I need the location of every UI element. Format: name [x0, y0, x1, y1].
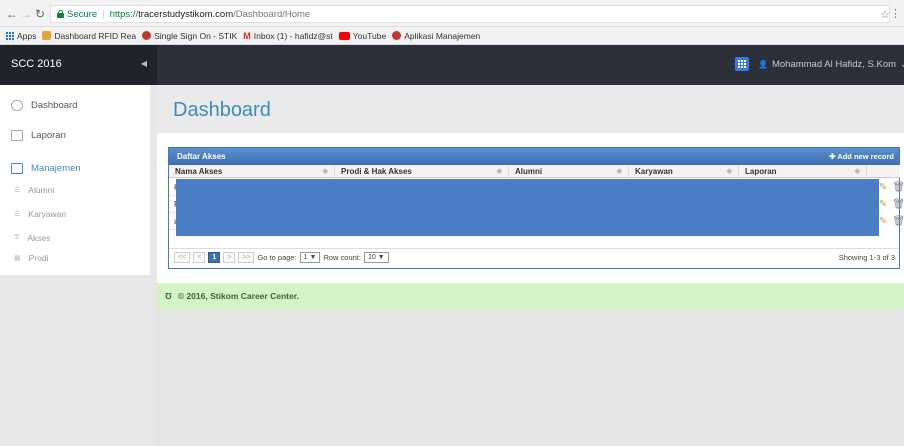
- sidebar-item-manajemen[interactable]: Manajemen: [11, 163, 81, 174]
- last-page-button[interactable]: >>: [238, 252, 255, 263]
- footer: Ʊ © 2016, Stikom Career Center.: [157, 283, 904, 309]
- apps-grid-icon: [6, 31, 14, 40]
- prev-page-button[interactable]: <: [193, 252, 206, 263]
- page-title: Dashboard: [173, 99, 271, 121]
- column-header-laporan[interactable]: Laporan ◆: [739, 165, 867, 178]
- table-icon: [11, 163, 23, 174]
- bookmark-youtube[interactable]: YouTube: [338, 31, 386, 41]
- grid-icon: ▦: [14, 255, 21, 262]
- sidebar-subitem-alumni[interactable]: ☰ Alumni: [14, 185, 54, 195]
- sort-icon: ◆: [726, 168, 732, 175]
- bookmark-favicon: [392, 31, 402, 40]
- bookmark-dashboard-rfid[interactable]: Dashboard RFID Rea: [42, 31, 136, 41]
- url-path: /Dashboard/Home: [233, 8, 311, 20]
- chevron-down-icon: ⌄: [900, 59, 904, 70]
- address-bar[interactable]: Secure | https:// tracerstudystikom.com …: [50, 5, 890, 23]
- list-icon: ☰: [14, 211, 21, 218]
- browser-toolbar: ← → ↻ Secure | https:// tracerstudystiko…: [0, 0, 904, 27]
- main-content: Dashboard Daftar Akses ✚ Add new record …: [157, 85, 904, 446]
- sidebar-menu: Dashboard Laporan Manajemen ☰ Alumni ☰ K…: [0, 85, 150, 275]
- bookmark-favicon: [142, 31, 152, 40]
- panel-title: Daftar Akses: [177, 152, 226, 161]
- edit-icon[interactable]: ✎: [879, 199, 887, 210]
- sidebar-item-laporan[interactable]: Laporan: [11, 130, 66, 141]
- sidebar-item-dashboard[interactable]: Dashboard: [11, 100, 77, 111]
- sort-icon: ◆: [854, 168, 860, 175]
- list-icon: ☰: [14, 187, 21, 194]
- bookmark-aplikasi[interactable]: Aplikasi Manajemen: [392, 31, 480, 41]
- bookmark-apps[interactable]: Apps: [6, 31, 36, 41]
- url-host: tracerstudystikom.com: [138, 8, 234, 20]
- forward-icon[interactable]: →: [20, 7, 32, 21]
- selection-highlight: [176, 179, 879, 236]
- bookmark-inbox[interactable]: M Inbox (1) - hafidz@st: [243, 31, 333, 41]
- edit-icon[interactable]: ✎: [879, 182, 887, 193]
- row-actions: ✎ 🗑: [879, 182, 904, 193]
- sort-icon: ◆: [496, 168, 502, 175]
- sidebar: Dashboard Laporan Manajemen ☰ Alumni ☰ K…: [0, 85, 157, 446]
- first-page-button[interactable]: <<: [174, 252, 191, 263]
- user-menu[interactable]: 👤 Mohammad Al Hafidz, S.Kom ⌄: [758, 59, 904, 70]
- sort-icon: ◆: [322, 168, 328, 175]
- browser-menu-icon[interactable]: ⋮: [890, 7, 901, 20]
- youtube-icon: [338, 31, 350, 40]
- edit-icon[interactable]: ✎: [879, 216, 887, 227]
- gmail-icon: M: [243, 30, 251, 41]
- url-scheme: https://: [109, 8, 139, 20]
- user-icon: 👤: [758, 60, 768, 69]
- column-header-prodi-hak-akses[interactable]: Prodi & Hak Akses ◆: [335, 165, 509, 178]
- footer-text: © 2016, Stikom Career Center.: [177, 291, 299, 301]
- add-record-button[interactable]: ✚ Add new record: [829, 152, 894, 161]
- sidebar-subitem-prodi[interactable]: ▦ Prodi: [14, 253, 48, 263]
- goto-page-select[interactable]: 1 ▼: [299, 252, 321, 263]
- user-name: Mohammad Al Hafidz, S.Kom: [771, 59, 897, 70]
- trash-icon[interactable]: 🗑: [892, 199, 904, 210]
- bookmark-sso[interactable]: Single Sign On - STIK: [142, 31, 237, 41]
- back-icon[interactable]: ←: [6, 7, 18, 21]
- showing-count: Showing 1-3 of 3: [838, 253, 895, 262]
- plus-icon: ✚: [829, 152, 836, 161]
- dashboard-icon: [11, 100, 23, 111]
- column-header-nama-akses[interactable]: Nama Akses ◆: [169, 165, 335, 178]
- access-grid-panel: Daftar Akses ✚ Add new record Nama Akses…: [168, 147, 904, 269]
- goto-label: Go to page:: [257, 253, 297, 262]
- row-actions: ✎ 🗑: [879, 216, 904, 227]
- trash-icon[interactable]: 🗑: [892, 182, 904, 193]
- row-count-select[interactable]: 10 ▼: [363, 252, 389, 263]
- sidebar-subitem-akses[interactable]: ⚿ Akses: [14, 233, 50, 243]
- page-header: Dashboard: [157, 85, 904, 133]
- bookmark-star-icon[interactable]: ☆: [880, 8, 890, 21]
- next-page-button[interactable]: >: [223, 252, 236, 263]
- row-actions: ✎ 🗑: [879, 199, 904, 210]
- column-header-actions: [867, 165, 900, 178]
- current-page-button[interactable]: 1: [208, 252, 221, 263]
- bookmarks-bar: Apps Dashboard RFID Rea Single Sign On -…: [0, 27, 904, 45]
- panel-header: Daftar Akses ✚ Add new record: [169, 148, 899, 165]
- pager: << < 1 > >> Go to page: 1 ▼ Row count: 1…: [169, 248, 899, 266]
- lock-icon: [57, 10, 64, 18]
- brand-title[interactable]: SCC 2016: [11, 58, 62, 70]
- trash-icon[interactable]: 🗑: [892, 216, 904, 227]
- key-icon: ⚿: [14, 234, 20, 241]
- brand-area: SCC 2016 ◀: [0, 45, 157, 85]
- row-count-label: Row count:: [323, 253, 361, 262]
- footer-logo-icon: Ʊ: [165, 291, 172, 301]
- secure-indicator[interactable]: Secure: [57, 9, 97, 20]
- column-header-karyawan[interactable]: Karyawan ◆: [629, 165, 739, 178]
- sort-icon: ◆: [616, 168, 622, 175]
- sidebar-subitem-karyawan[interactable]: ☰ Karyawan: [14, 209, 66, 219]
- bookmark-favicon: [42, 31, 52, 40]
- report-icon: [11, 130, 23, 141]
- sidebar-toggle-icon[interactable]: ◀: [141, 59, 147, 68]
- column-header-alumni[interactable]: Alumni ◆: [509, 165, 629, 178]
- reload-icon[interactable]: ↻: [35, 7, 45, 21]
- content-area: Daftar Akses ✚ Add new record Nama Akses…: [157, 133, 904, 283]
- apps-grid-button[interactable]: [735, 57, 749, 71]
- app-header: SCC 2016 ◀ 👤 Mohammad Al Hafidz, S.Kom ⌄: [0, 45, 904, 85]
